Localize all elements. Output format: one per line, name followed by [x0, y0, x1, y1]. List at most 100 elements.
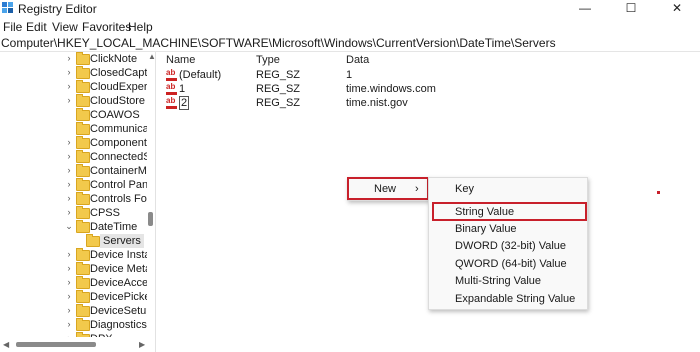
folder-icon	[76, 94, 90, 107]
tree-item-label: DevicePicker	[90, 291, 155, 303]
tree-expander-icon[interactable]: ›	[64, 95, 74, 105]
tree-item[interactable]: › Controls Folde	[0, 192, 155, 206]
submenu-item-qword-value[interactable]: QWORD (64-bit) Value	[429, 255, 587, 273]
tree-item[interactable]: › CloudStore	[0, 94, 147, 108]
tree-item-label: Diagnostics	[90, 319, 147, 331]
tree-expander-icon[interactable]: ›	[64, 207, 74, 217]
submenu-item-label: QWORD (64-bit) Value	[455, 258, 567, 270]
tree-expander-icon[interactable]: ›	[64, 137, 74, 147]
close-button[interactable]: ✕	[654, 0, 700, 17]
menu-edit[interactable]: Edit	[26, 20, 47, 34]
new-highlight-box	[347, 177, 429, 200]
value-name: 1	[179, 83, 186, 95]
tree-item[interactable]: › Device Metad	[0, 262, 155, 276]
folder-icon	[86, 234, 100, 247]
tree-item-label: Servers	[100, 234, 144, 248]
tree-expander-icon[interactable]: ›	[64, 165, 74, 175]
tree-item[interactable]: Servers	[0, 234, 147, 248]
tree-item[interactable]: › Control Panel	[0, 178, 155, 192]
window-title: Registry Editor	[18, 2, 97, 16]
tree-item-label: DateTime	[90, 221, 138, 233]
value-name-editing[interactable]: 2	[179, 96, 190, 110]
scroll-up-icon[interactable]: ▲	[148, 52, 156, 61]
menu-bar: File Edit View Favorites Help	[0, 17, 700, 35]
address-path[interactable]: Computer\HKEY_LOCAL_MACHINE\SOFTWARE\Mic…	[1, 36, 556, 50]
tree-item[interactable]: ⌄ DateTime	[0, 220, 147, 234]
scrollbar-thumb[interactable]	[148, 212, 153, 226]
scroll-left-icon[interactable]: ◀	[3, 340, 9, 349]
tree-item[interactable]: › DeviceAccess	[0, 276, 155, 290]
menu-view[interactable]: View	[52, 20, 78, 34]
submenu-item-label: Expandable String Value	[455, 293, 576, 305]
menu-file[interactable]: File	[3, 20, 22, 34]
tree-expander-icon[interactable]: ›	[64, 249, 74, 259]
tree-horizontal-scrollbar[interactable]: ◀ ▶	[0, 337, 155, 352]
scroll-right-icon[interactable]: ▶	[139, 340, 145, 349]
tree-item[interactable]: › ClickNote	[0, 52, 147, 66]
registry-editor-icon	[2, 2, 13, 13]
tree-expander-icon[interactable]: ›	[64, 53, 74, 63]
tree-vertical-scrollbar[interactable]: ▲	[147, 52, 156, 337]
submenu-item-multi-string-value[interactable]: Multi-String Value	[429, 272, 587, 290]
tree-item[interactable]: › CPSS	[0, 206, 147, 220]
tree-expander-icon[interactable]: ›	[64, 277, 74, 287]
value-type: REG_SZ	[256, 69, 301, 81]
maximize-button[interactable]: ☐	[608, 0, 654, 17]
tree-expander-icon[interactable]: ›	[64, 81, 74, 91]
submenu-item-label: Key	[455, 183, 474, 195]
value-type: REG_SZ	[256, 83, 301, 95]
folder-icon	[76, 248, 90, 261]
folder-icon	[76, 206, 90, 219]
tree-expander-icon[interactable]: ⌄	[64, 221, 74, 232]
value-name: (Default)	[179, 69, 222, 81]
tree-item-label: COAWOS	[90, 109, 140, 121]
tree-item[interactable]: › ClosedCaption	[0, 66, 155, 80]
tree-expander-icon[interactable]: ›	[64, 263, 74, 273]
tree-item[interactable]: › Device Installe	[0, 248, 155, 262]
annotation-dot	[657, 191, 660, 194]
folder-icon	[76, 178, 90, 191]
folder-icon	[76, 108, 90, 121]
folder-icon	[76, 276, 90, 289]
tree-expander-icon[interactable]: ›	[64, 319, 74, 329]
submenu-item-dword-value[interactable]: DWORD (32-bit) Value	[429, 237, 587, 255]
folder-icon	[76, 136, 90, 149]
tree-item[interactable]: COAWOS	[0, 108, 147, 122]
tree-expander-icon[interactable]: ›	[64, 179, 74, 189]
scrollbar-thumb[interactable]	[16, 342, 96, 347]
column-header-data[interactable]: Data	[346, 54, 369, 66]
folder-icon	[76, 150, 90, 163]
tree-expander-icon[interactable]: ›	[64, 291, 74, 301]
tree-item[interactable]: › ConnectedSea	[0, 150, 155, 164]
folder-icon	[76, 52, 90, 65]
address-bar[interactable]: Computer\HKEY_LOCAL_MACHINE\SOFTWARE\Mic…	[0, 35, 700, 52]
tree-expander-icon[interactable]: ›	[64, 193, 74, 203]
column-header-name[interactable]: Name	[166, 54, 195, 66]
value-type: REG_SZ	[256, 97, 301, 109]
folder-icon	[76, 318, 90, 331]
tree-item[interactable]: › DevicePicker	[0, 290, 154, 304]
tree-item[interactable]: › CloudExperier	[0, 80, 155, 94]
minimize-button[interactable]: —	[562, 0, 608, 17]
tree-item[interactable]: › ContainerMap	[0, 164, 155, 178]
tree-item-label: ClickNote	[90, 53, 138, 65]
submenu-item-label: Binary Value	[455, 223, 517, 235]
string-value-icon: ab	[166, 97, 178, 109]
submenu-item-binary-value[interactable]: Binary Value	[429, 220, 587, 238]
tree-item[interactable]: › Component B	[0, 136, 155, 150]
folder-icon	[76, 164, 90, 177]
tree-item[interactable]: › DeviceSetup	[0, 304, 152, 318]
tree-item-label: CloudStore	[90, 95, 146, 107]
menu-favorites[interactable]: Favorites	[82, 20, 131, 34]
column-header-type[interactable]: Type	[256, 54, 280, 66]
value-data: time.windows.com	[346, 83, 436, 95]
submenu-item-key[interactable]: Key	[429, 180, 587, 198]
menu-help[interactable]: Help	[128, 20, 153, 34]
tree-expander-icon[interactable]: ›	[64, 67, 74, 77]
tree-item[interactable]: › Diagnostics	[0, 318, 147, 332]
registry-tree[interactable]: › ClickNote › ClosedCaption › CloudExperier › C…	[0, 52, 156, 352]
tree-expander-icon[interactable]: ›	[64, 305, 74, 315]
tree-item[interactable]: Communicatio	[0, 122, 155, 136]
tree-expander-icon[interactable]: ›	[64, 151, 74, 161]
submenu-item-expandable-string-value[interactable]: Expandable String Value	[429, 290, 587, 308]
